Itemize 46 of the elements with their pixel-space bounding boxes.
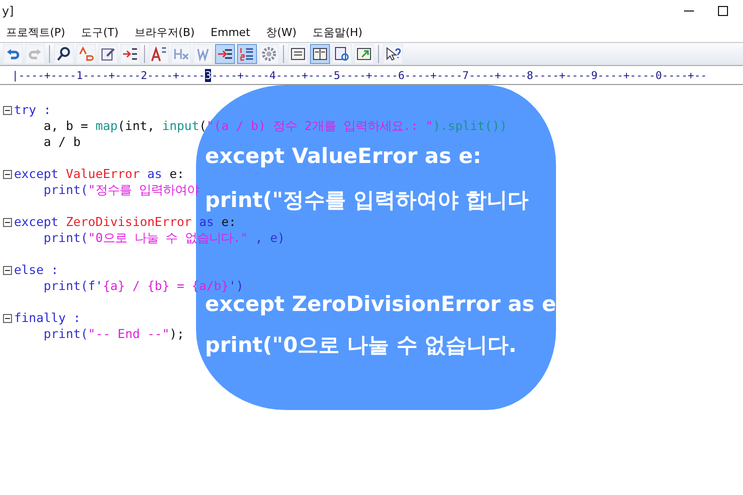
settings-icon [261, 46, 277, 62]
toolbar-button[interactable] [215, 44, 235, 64]
indent-icon [122, 46, 138, 62]
collapse-icon[interactable] [3, 218, 12, 226]
preview-icon [334, 46, 350, 62]
italic-icon [195, 46, 211, 62]
code-line: else : [14, 263, 58, 277]
collapse-icon[interactable] [3, 170, 12, 178]
collapse-icon[interactable] [3, 314, 12, 322]
search-icon [56, 46, 72, 62]
redo-icon [27, 46, 43, 62]
font-size-icon [151, 46, 167, 62]
ruler-cursor: 3 [205, 68, 212, 82]
edit-icon [100, 46, 116, 62]
callout-text: except ValueError as e: [205, 145, 482, 167]
code-line: a, b = map(int, input("(a / b) 정수 2개를 입력하세요.: ").split()) [42, 118, 508, 134]
code-line: except ZeroDivisionError as e: [14, 215, 236, 229]
menu-item[interactable]: 브라우저(B) [134, 24, 195, 40]
callout-text: except ZeroDivisionError as e [205, 293, 556, 315]
menu-item[interactable]: 도구(T) [81, 24, 119, 40]
export-icon [356, 46, 372, 62]
toolbar-button[interactable] [310, 44, 330, 64]
column-ruler: |----+----1----+----2----+----3----+----4----+----5----+----6----+----7----+----8----+----9----+----0----+-- [0, 66, 743, 85]
menu-item[interactable]: 프로젝트(P) [6, 24, 66, 40]
code-line: print("-- End --"); [42, 327, 184, 341]
help-pointer-icon [385, 46, 401, 62]
window-title: y] [2, 4, 14, 18]
collapse-icon[interactable] [3, 106, 12, 114]
undo-icon [5, 46, 21, 62]
line-numbers-icon [239, 46, 255, 62]
code-line: a / b [42, 135, 81, 149]
layout-icon [312, 46, 328, 62]
code-line: try : [14, 103, 52, 117]
callout-text: print("정수를 입력하여야 합니다 [205, 189, 530, 211]
collapse-icon[interactable] [3, 266, 12, 274]
replace-icon [78, 46, 94, 62]
callout-text: print("0으로 나눌 수 없습니다. [205, 334, 518, 356]
menu-item[interactable]: 도움말(H) [312, 24, 362, 40]
maximize-icon[interactable] [717, 5, 729, 17]
panel-icon [290, 46, 306, 62]
code-line: finally : [14, 311, 81, 325]
menu-item[interactable]: 창(W) [266, 24, 297, 40]
heading-icon [173, 46, 189, 62]
toolbar-button[interactable] [237, 44, 257, 64]
menu-item[interactable]: Emmet [210, 26, 250, 38]
code-line: except ValueError as e: [14, 167, 184, 181]
